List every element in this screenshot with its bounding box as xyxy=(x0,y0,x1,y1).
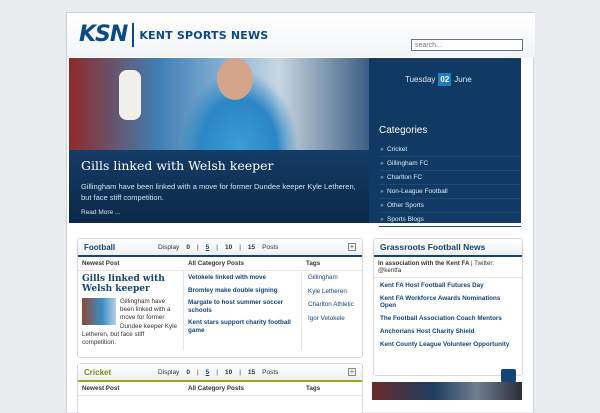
grassroots-item[interactable]: The Football Association Coach Mentors xyxy=(380,315,516,322)
display-option-5[interactable]: 5 xyxy=(206,244,210,251)
football-panel: Football Display 0 | 5 | 10 | 15 Posts +… xyxy=(77,238,363,358)
read-more-link[interactable]: Read More ... xyxy=(81,209,357,216)
site-logo[interactable]: KSN KENT SPORTS NEWS xyxy=(79,23,268,47)
display-option-10[interactable]: 10 xyxy=(225,244,232,251)
association-text: In association with the Kent FA xyxy=(378,260,470,267)
football-column-headers: Newest Post All Category Posts Tags xyxy=(78,257,362,271)
display-option-0[interactable]: 0 xyxy=(186,244,190,251)
tag-link[interactable]: Kyle Letheren xyxy=(308,288,354,295)
grassroots-list: Kent FA Host Football Futures Day Kent F… xyxy=(374,278,522,358)
category-item-cricket[interactable]: Cricket xyxy=(379,143,521,157)
football-display-control: Display 0 | 5 | 10 | 15 Posts xyxy=(158,244,279,251)
grassroots-item[interactable]: Kent FA Workforce Awards Nominations Ope… xyxy=(380,295,516,309)
categories-title: Categories xyxy=(379,125,428,136)
grassroots-title[interactable]: Grassroots Football News xyxy=(380,242,485,252)
display-option-15[interactable]: 15 xyxy=(248,244,255,251)
newest-post: Gills linked with Welsh keeper Gillingha… xyxy=(78,271,184,351)
newest-post-thumbnail[interactable] xyxy=(82,298,116,325)
category-item-other-sports[interactable]: Other Sports xyxy=(379,199,521,213)
keeper-head xyxy=(217,58,253,100)
football-panel-header: Football Display 0 | 5 | 10 | 15 Posts + xyxy=(78,239,362,257)
all-category-posts: Vetokele linked with move Bromley make d… xyxy=(184,271,302,351)
football-content: Gills linked with Welsh keeper Gillingha… xyxy=(78,271,362,351)
display-label: Display xyxy=(158,244,180,251)
cricket-panel-header: Cricket Display 0 | 5 | 10 | 15 Posts + xyxy=(78,364,362,382)
featured-story[interactable]: Gills linked with Welsh keeper Gillingha… xyxy=(69,58,369,223)
expand-icon[interactable]: + xyxy=(348,368,356,376)
posts-label: Posts xyxy=(262,369,279,376)
grassroots-item[interactable]: Kent County League Volunteer Opportunity xyxy=(380,341,516,348)
sidebar-panel: Tuesday 02 June Categories Cricket Gilli… xyxy=(369,58,521,227)
date-weekday: Tuesday xyxy=(405,75,436,84)
date-day: 02 xyxy=(438,73,452,86)
featured-caption: Gills linked with Welsh keeper Gillingha… xyxy=(69,150,369,223)
post-link[interactable]: Vetokele linked with move xyxy=(188,274,297,282)
col-tags: Tags xyxy=(306,260,321,267)
current-date: Tuesday 02 June xyxy=(405,73,472,86)
grassroots-item[interactable]: Kent FA Host Football Futures Day xyxy=(380,282,516,289)
expand-icon[interactable]: + xyxy=(348,243,356,251)
logo-mark: KSN xyxy=(79,23,135,47)
newest-post-title[interactable]: Gills linked with Welsh keeper xyxy=(82,274,179,294)
grassroots-item[interactable]: Anchorians Host Charity Shield xyxy=(380,328,516,335)
tag-link[interactable]: Gillingham xyxy=(308,274,354,281)
grassroots-header: Grassroots Football News xyxy=(374,239,522,257)
col-newest-post: Newest Post xyxy=(82,385,120,392)
display-option-0[interactable]: 0 xyxy=(186,369,190,376)
categories-list: Cricket Gillingham FC Charlton FC Non-Le… xyxy=(379,143,521,227)
grassroots-association: In association with the Kent FA | Twitte… xyxy=(374,257,522,278)
category-item-charlton[interactable]: Charlton FC xyxy=(379,171,521,185)
site-header: KSN KENT SPORTS NEWS xyxy=(67,13,535,57)
featured-summary: Gillingham have been linked with a move … xyxy=(81,182,356,202)
tag-link[interactable]: Igor Vetokele xyxy=(308,315,354,322)
tag-link[interactable]: Charlton Athletic xyxy=(308,301,354,308)
display-option-10[interactable]: 10 xyxy=(225,369,232,376)
page-container: KSN KENT SPORTS NEWS Gills linked with W… xyxy=(66,12,535,413)
col-all-posts: All Category Posts xyxy=(188,260,244,267)
col-all-posts: All Category Posts xyxy=(188,385,244,392)
post-link[interactable]: Kent stars support charity football game xyxy=(188,319,297,334)
cricket-photo[interactable] xyxy=(372,382,522,400)
glove-thumbs-up xyxy=(119,70,141,120)
football-title[interactable]: Football xyxy=(84,243,115,252)
logo-text: KENT SPORTS NEWS xyxy=(139,28,269,42)
col-newest-post: Newest Post xyxy=(82,260,120,267)
featured-photo xyxy=(69,58,369,150)
cricket-title[interactable]: Cricket xyxy=(84,368,111,377)
cricket-panel: Cricket Display 0 | 5 | 10 | 15 Posts + … xyxy=(77,363,363,413)
search-input[interactable] xyxy=(411,39,523,51)
featured-title[interactable]: Gills linked with Welsh keeper xyxy=(81,158,357,173)
post-link[interactable]: Bromley make double signing xyxy=(188,287,297,295)
grassroots-panel: Grassroots Football News In association … xyxy=(373,238,523,387)
category-item-non-league[interactable]: Non-League Football xyxy=(379,185,521,199)
col-tags: Tags xyxy=(306,385,321,392)
date-month: June xyxy=(454,75,472,84)
cricket-column-headers: Newest Post All Category Posts Tags xyxy=(78,382,362,396)
category-item-gillingham[interactable]: Gillingham FC xyxy=(379,157,521,171)
posts-label: Posts xyxy=(262,244,279,251)
display-option-5[interactable]: 5 xyxy=(206,369,210,376)
display-option-15[interactable]: 15 xyxy=(248,369,255,376)
category-item-sports-blogs[interactable]: Sports Blogs xyxy=(379,213,521,227)
display-label: Display xyxy=(158,369,180,376)
post-link[interactable]: Margate to host summer soccer schools xyxy=(188,299,297,314)
tags-list: Gillingham Kyle Letheren Charlton Athlet… xyxy=(302,271,360,350)
cricket-display-control: Display 0 | 5 | 10 | 15 Posts xyxy=(158,369,279,376)
